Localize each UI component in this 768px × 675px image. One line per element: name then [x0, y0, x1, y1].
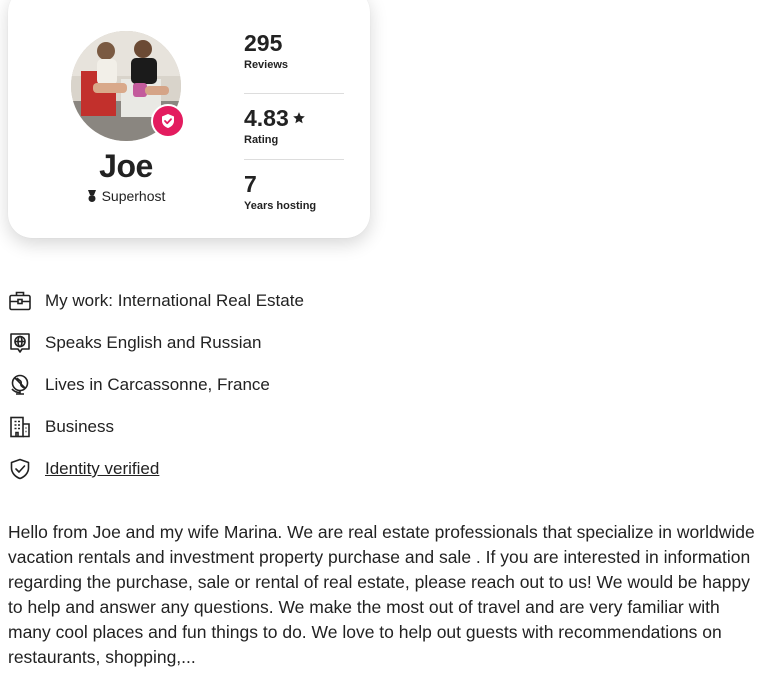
fact-text: Speaks English and Russian — [45, 333, 262, 352]
fact-work: My work: International Real Estate — [8, 280, 304, 322]
stat-value: 295 — [244, 30, 283, 56]
superhost-text: Superhost — [101, 188, 166, 204]
fact-languages: Speaks English and Russian — [8, 322, 304, 364]
stat-value: 7 — [244, 171, 257, 197]
fact-identity[interactable]: Identity verified — [8, 448, 304, 490]
fact-text: My work: International Real Estate — [45, 291, 304, 310]
fact-text: Lives in Carcassonne, France — [45, 375, 270, 394]
host-bio: Hello from Joe and my wife Marina. We ar… — [8, 522, 755, 667]
shield-check-icon — [8, 457, 32, 481]
avatar-container — [71, 31, 185, 141]
medal-icon — [87, 189, 96, 202]
stat-rating: 4.83 Rating — [244, 94, 344, 160]
globe-pin-icon — [8, 373, 32, 397]
stat-value: 4.83 — [244, 105, 289, 131]
briefcase-icon — [8, 289, 32, 313]
fact-location: Lives in Carcassonne, France — [8, 364, 304, 406]
stat-years-hosting: 7 Years hosting — [244, 160, 344, 226]
stat-label: Rating — [244, 134, 279, 146]
stat-label: Reviews — [244, 59, 289, 71]
host-stats: 295 Reviews 4.83 Rating 7 Years hosting — [244, 28, 344, 226]
stat-reviews[interactable]: 295 Reviews — [244, 28, 344, 94]
stat-label: Years hosting — [244, 200, 317, 212]
superhost-label: Superhost — [8, 188, 244, 204]
superhost-badge — [151, 104, 185, 138]
host-name: Joe — [99, 148, 153, 184]
building-icon — [8, 415, 32, 439]
shield-check-icon — [162, 114, 174, 128]
host-facts-list: My work: International Real Estate Speak… — [8, 280, 304, 490]
identity-verified-link[interactable]: Identity verified — [45, 459, 159, 479]
star-icon — [292, 112, 305, 124]
fact-text: Business — [45, 417, 114, 436]
speech-globe-icon — [8, 331, 32, 355]
host-profile-card: Joe Superhost 295 Reviews 4.83 Rating 7 … — [8, 0, 370, 238]
fact-business: Business — [8, 406, 304, 448]
